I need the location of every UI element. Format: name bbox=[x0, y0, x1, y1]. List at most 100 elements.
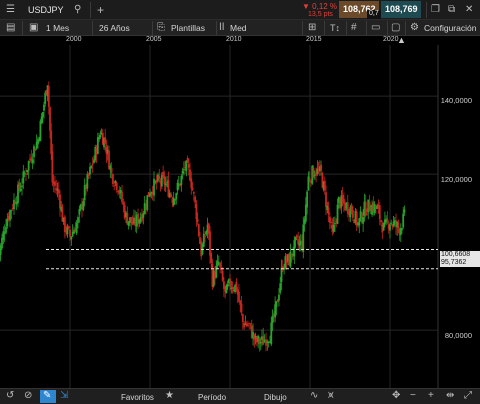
candle bbox=[9, 209, 11, 228]
x-axis: 2000 2005 2010 2015 2020 ▲ bbox=[0, 35, 480, 45]
candle-body bbox=[302, 224, 305, 252]
layout-icon[interactable]: ▤ bbox=[6, 22, 15, 34]
candle-body bbox=[47, 86, 50, 107]
candle-body bbox=[378, 205, 381, 220]
hide-icon[interactable]: ⊘ bbox=[24, 390, 32, 402]
zoom-in-icon[interactable]: + bbox=[428, 390, 434, 402]
plus-icon[interactable]: + bbox=[97, 4, 104, 16]
screen-icon[interactable]: ▢ bbox=[391, 22, 400, 34]
candle-body bbox=[192, 192, 195, 194]
candle-body bbox=[172, 197, 175, 206]
candle bbox=[186, 155, 189, 164]
candle-body bbox=[78, 209, 81, 215]
candle bbox=[89, 162, 91, 179]
range-selector[interactable]: 26 Años bbox=[99, 23, 130, 33]
menu-icon[interactable]: ☰ bbox=[6, 4, 15, 16]
candle-body bbox=[90, 165, 93, 168]
candle-body bbox=[325, 192, 327, 208]
candle bbox=[332, 217, 335, 234]
candle bbox=[66, 223, 69, 238]
candle bbox=[172, 191, 175, 207]
candle-body bbox=[22, 171, 25, 184]
candle-body bbox=[278, 294, 280, 301]
undo-icon[interactable]: ↺ bbox=[6, 390, 14, 402]
candle-body bbox=[54, 181, 56, 186]
cursor-icon[interactable]: ⇲ bbox=[60, 390, 68, 402]
candle-body bbox=[57, 189, 60, 194]
candle bbox=[176, 179, 179, 195]
scroll-marker-icon[interactable]: ▲ bbox=[397, 35, 406, 45]
drawing-button[interactable]: Dibujo bbox=[264, 393, 287, 402]
move-icon[interactable]: ✥ bbox=[392, 390, 400, 402]
price-tag: 100,6608 bbox=[440, 251, 480, 259]
candle-body bbox=[98, 137, 101, 140]
compare-icon[interactable]: ▭ bbox=[371, 22, 380, 34]
period-button[interactable]: Período bbox=[198, 393, 226, 402]
candle-body bbox=[327, 207, 330, 215]
fibonacci-icon[interactable]: ⩙ bbox=[328, 390, 334, 402]
templates-button[interactable]: Plantillas bbox=[171, 23, 205, 33]
candle-body bbox=[86, 174, 89, 189]
candle-body bbox=[5, 226, 7, 233]
chart-canvas[interactable] bbox=[0, 45, 480, 388]
search-icon[interactable]: ⚲ bbox=[74, 4, 81, 16]
candle-body bbox=[380, 220, 382, 223]
star-icon[interactable]: ★ bbox=[165, 390, 174, 402]
candle-body bbox=[364, 201, 367, 216]
candle bbox=[316, 160, 319, 176]
candle-body bbox=[170, 194, 172, 198]
candle-body bbox=[229, 278, 231, 287]
candle-body bbox=[27, 161, 30, 171]
candle-body bbox=[240, 303, 243, 313]
popout-icon[interactable]: ⧉ bbox=[448, 4, 455, 16]
candle-body bbox=[258, 338, 261, 345]
x-tick-label: 2015 bbox=[306, 36, 322, 43]
indicators-icon[interactable]: ⊞ bbox=[308, 22, 316, 34]
favorites-button[interactable]: Favoritos bbox=[121, 393, 154, 402]
candle-body bbox=[320, 164, 323, 171]
candle-body bbox=[351, 209, 354, 218]
interval-selector[interactable]: 1 Mes bbox=[46, 23, 69, 33]
candle-body bbox=[293, 240, 296, 257]
zoom-out-icon[interactable]: − bbox=[410, 390, 416, 402]
fullscreen-icon[interactable]: ⤢ bbox=[464, 390, 472, 402]
window-restore-icon[interactable]: ❐ bbox=[431, 4, 440, 16]
grid-icon[interactable]: # bbox=[351, 22, 357, 34]
candle-body bbox=[113, 185, 116, 187]
candle-body bbox=[196, 218, 199, 223]
candle-body bbox=[401, 228, 403, 231]
gear-icon[interactable]: ⚙ bbox=[410, 22, 419, 34]
symbol-selector[interactable]: USDJPY bbox=[28, 5, 64, 15]
close-icon[interactable]: ✕ bbox=[465, 4, 473, 16]
wave-tool-icon[interactable]: ∿ bbox=[310, 390, 318, 402]
candle-body bbox=[209, 231, 211, 256]
candle-body bbox=[334, 223, 336, 225]
text-tool-icon[interactable]: T↕ bbox=[330, 22, 340, 34]
candle-body bbox=[249, 323, 252, 325]
ask-button[interactable]: 108,769 bbox=[381, 1, 421, 18]
candle-body bbox=[221, 271, 224, 281]
candle-body bbox=[25, 173, 27, 175]
candle bbox=[320, 160, 323, 176]
candle-body bbox=[323, 180, 326, 191]
interval-icon: ▣ bbox=[29, 22, 39, 33]
chart-type-selector[interactable]: Med bbox=[230, 23, 247, 33]
candle-body bbox=[402, 213, 405, 228]
pencil-button[interactable]: ✎ bbox=[40, 390, 56, 403]
candle-body bbox=[33, 146, 35, 158]
candle-body bbox=[290, 253, 293, 257]
candle-body bbox=[247, 325, 249, 327]
candle-body bbox=[91, 163, 94, 165]
fit-icon[interactable]: ⇹ bbox=[446, 390, 454, 402]
candle bbox=[180, 174, 183, 192]
candle-body bbox=[34, 148, 37, 151]
candle bbox=[175, 192, 178, 205]
candle bbox=[243, 321, 245, 331]
settings-button[interactable]: Configuración bbox=[424, 23, 476, 33]
candle bbox=[245, 321, 248, 328]
candle bbox=[54, 175, 56, 193]
candle-body bbox=[295, 235, 298, 238]
price-chart[interactable]: 140,0000 120,0000 80,0000 100,6608 95,73… bbox=[0, 45, 480, 388]
candle-body bbox=[89, 167, 91, 175]
candle-body bbox=[308, 178, 311, 180]
